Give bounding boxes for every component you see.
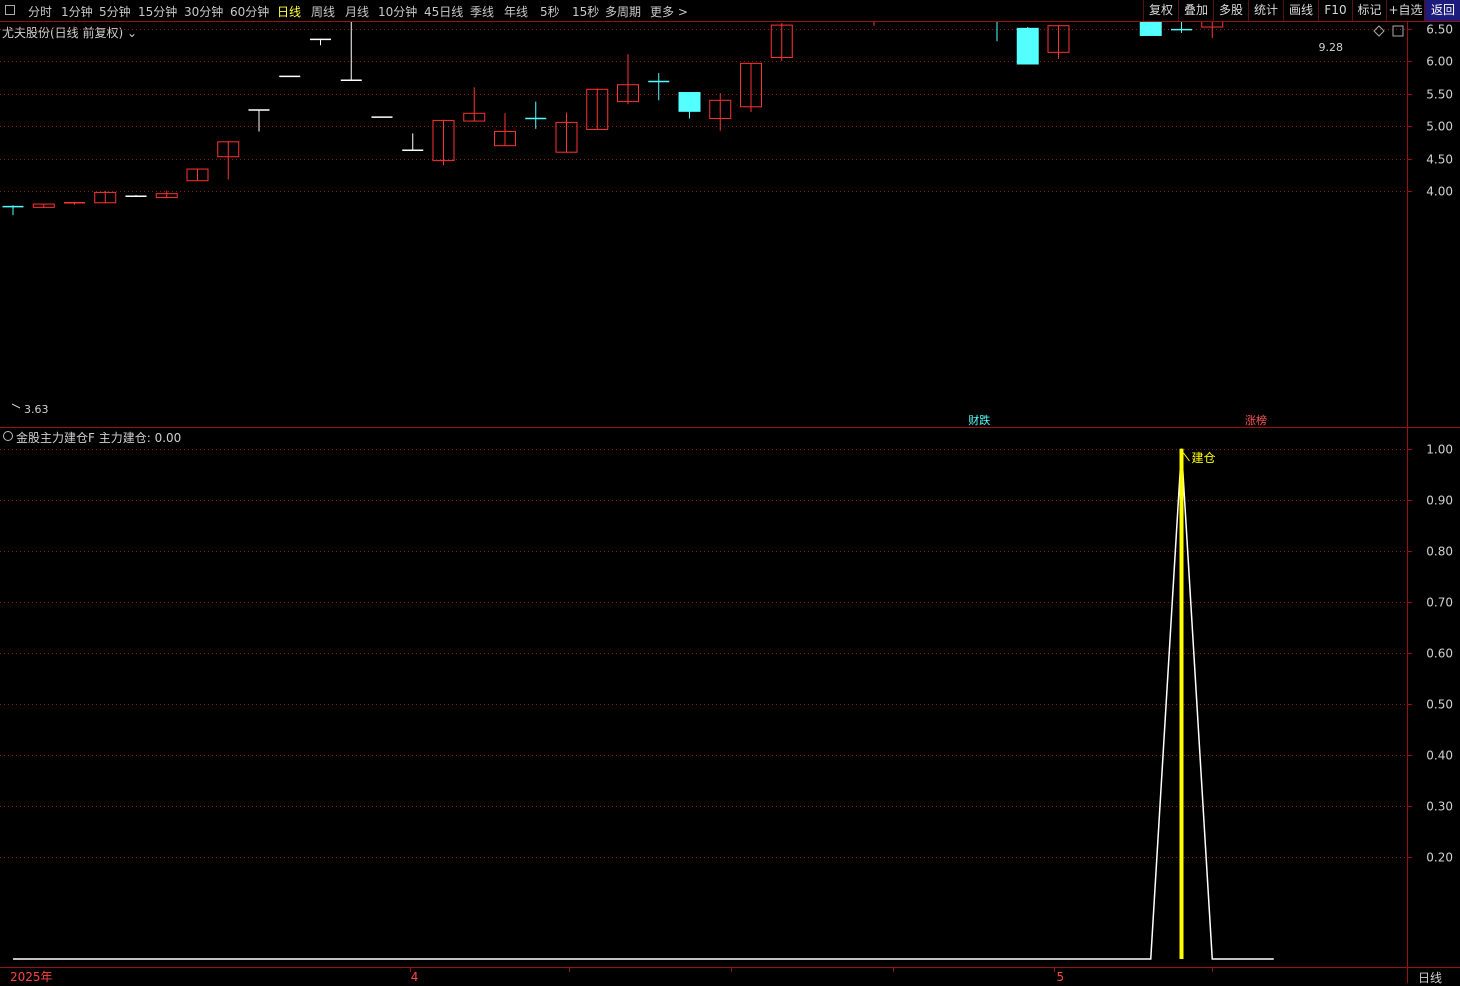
candle — [94, 191, 117, 204]
price-tick-label: 4.50 — [1426, 153, 1453, 167]
period-tab-16[interactable]: 更多 > — [650, 3, 688, 20]
period-tab-5[interactable]: 60分钟 — [230, 3, 269, 20]
period-tab-14[interactable]: 15秒 — [572, 3, 599, 20]
indicator-tick-label: 0.90 — [1426, 494, 1453, 508]
toolbar-button-7[interactable]: +自选 — [1386, 0, 1424, 21]
indicator-tick-label: 0.80 — [1426, 545, 1453, 559]
price-tick-label: 5.50 — [1426, 88, 1453, 102]
period-toolbar: 分时 1分钟 5分钟 15分钟 30分钟 60分钟 日线 周线 月线 10分钟 45日线 季线 年线 5秒… — [0, 0, 1460, 22]
period-tab-4[interactable]: 30分钟 — [184, 3, 223, 20]
candle — [555, 112, 578, 153]
candle — [32, 203, 55, 208]
indicator-tick-label: 1.00 — [1426, 443, 1453, 457]
panel-icon — [1392, 25, 1404, 37]
candle — [463, 87, 486, 122]
period-tab-8[interactable]: 月线 — [345, 3, 369, 20]
period-tab-10[interactable]: 45日线 — [424, 3, 463, 20]
indicator-line — [13, 448, 1274, 960]
candle — [494, 113, 516, 147]
candle — [1201, 22, 1224, 39]
candle — [1016, 27, 1039, 65]
period-tab-3[interactable]: 15分钟 — [138, 3, 177, 20]
candle — [248, 109, 270, 132]
signal-arrow — [1183, 452, 1190, 462]
toolbar-button-4[interactable]: 画线 — [1283, 0, 1318, 21]
toolbar-button-2[interactable]: 多股 — [1213, 0, 1248, 21]
candle — [740, 62, 762, 112]
price-tick-label: 5.00 — [1426, 120, 1453, 134]
time-axis-label: 2025年 — [10, 970, 53, 983]
time-axis-label: 5 — [1057, 970, 1065, 983]
candle — [648, 73, 670, 101]
signal-label: 建仓 — [1192, 451, 1216, 465]
candle — [525, 101, 547, 129]
indicator-tick-label: 0.20 — [1426, 851, 1453, 865]
period-label: 日线 — [1418, 971, 1443, 985]
period-tab-9[interactable]: 10分钟 — [378, 3, 417, 20]
indicator-tick-label: 0.50 — [1426, 698, 1453, 712]
candle-body — [1139, 22, 1162, 36]
indicator-tick-label: 0.30 — [1426, 800, 1453, 814]
low-marker-line — [11, 403, 21, 409]
candle — [217, 141, 240, 180]
candle — [709, 93, 732, 131]
period-tab-0[interactable]: 分时 — [28, 3, 52, 20]
candle — [1047, 25, 1070, 59]
menu-icon[interactable] — [5, 5, 15, 15]
candle — [678, 92, 701, 119]
candle-body — [1016, 27, 1039, 65]
toolbar-button-6[interactable]: 标记 — [1352, 0, 1386, 21]
toolbar-button-3[interactable]: 统计 — [1248, 0, 1283, 21]
period-tab-6[interactable]: 日线 — [277, 3, 301, 20]
period-tab-7[interactable]: 周线 — [311, 3, 335, 20]
toolbar-button-8[interactable]: 返回 — [1424, 0, 1460, 21]
event-mark-label: 涨榜 — [1245, 413, 1267, 427]
candle — [1171, 22, 1192, 33]
period-tab-11[interactable]: 季线 — [470, 3, 494, 20]
indicator-tick-label: 0.70 — [1426, 596, 1453, 610]
chart-canvas[interactable]: 9.008.508.007.507.006.506.005.505.004.50… — [0, 22, 1460, 983]
candle — [155, 190, 178, 199]
candle-body — [678, 92, 701, 112]
candle — [186, 168, 209, 182]
indicator-tick-label: 0.40 — [1426, 749, 1453, 763]
candle — [64, 202, 85, 205]
time-axis-label: 4 — [411, 970, 419, 983]
price-tick-label: 6.00 — [1426, 55, 1453, 69]
price-tick-label: 6.50 — [1426, 23, 1453, 37]
event-mark-label: 财跌 — [968, 413, 990, 427]
candle — [125, 194, 147, 198]
candle — [402, 133, 424, 151]
low-price-label: 3.63 — [24, 403, 49, 416]
diamond-icon — [1373, 25, 1385, 37]
candle — [873, 22, 875, 26]
candle — [996, 22, 998, 42]
period-tab-12[interactable]: 年线 — [504, 3, 528, 20]
toolbar-button-5[interactable]: F10 — [1318, 0, 1352, 21]
candle — [2, 205, 24, 216]
period-tab-1[interactable]: 1分钟 — [61, 3, 93, 20]
candle — [310, 38, 331, 46]
toolbar-button-1[interactable]: 叠加 — [1178, 0, 1213, 21]
candles — [2, 22, 1224, 216]
period-tab-13[interactable]: 5秒 — [540, 3, 560, 20]
toolbar-button-0[interactable]: 复权 — [1143, 0, 1178, 21]
period-tab-2[interactable]: 5分钟 — [99, 3, 131, 20]
candle — [1139, 22, 1162, 36]
indicator-tick-label: 0.60 — [1426, 647, 1453, 661]
price-tick-label: 4.00 — [1426, 185, 1453, 199]
candle — [340, 22, 362, 81]
candle — [770, 23, 793, 61]
period-tab-15[interactable]: 多周期 — [605, 3, 641, 20]
high-price-label: 9.28 — [1319, 41, 1344, 54]
